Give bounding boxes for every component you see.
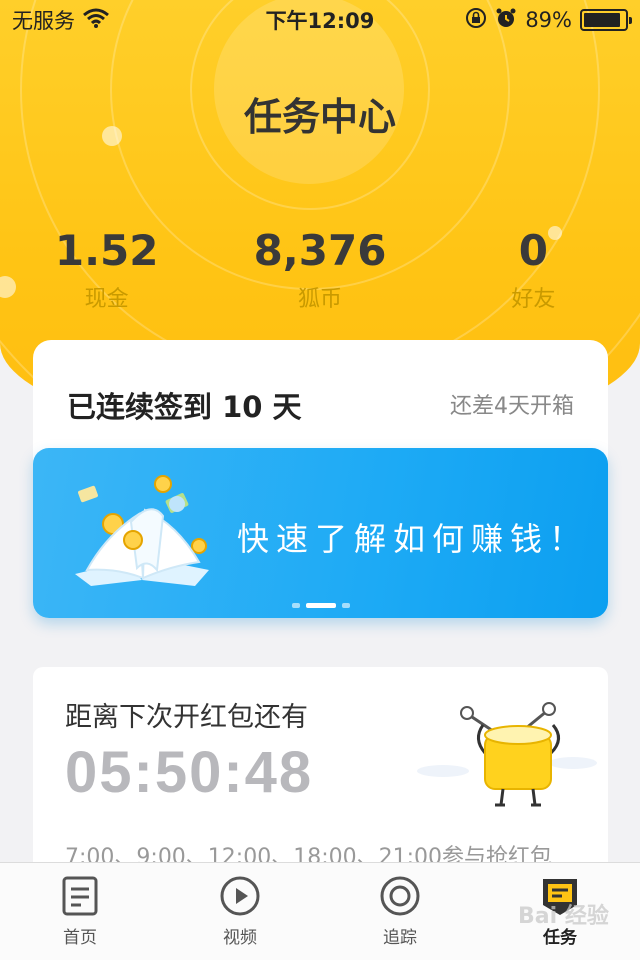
- wifi-icon: [83, 8, 109, 33]
- tab-label: 首页: [63, 928, 97, 948]
- alarm-icon: [495, 7, 517, 34]
- stat-label: 好友: [511, 287, 556, 312]
- banner-pager: [33, 603, 608, 608]
- orientation-lock-icon: [465, 7, 487, 34]
- tab-video[interactable]: 视频: [160, 863, 320, 960]
- promo-banner[interactable]: 快速了解如何赚钱！: [33, 448, 608, 618]
- stats-row: 1.52 现金 8,376 狐币 0 好友: [0, 226, 640, 313]
- banner-text: 快速了解如何赚钱！: [237, 520, 589, 558]
- countdown-timer: 05:50:48: [65, 740, 314, 805]
- stat-value: 8,376: [253, 226, 387, 275]
- battery-percent: 89%: [525, 8, 572, 32]
- carrier-label: 无服务: [12, 9, 75, 33]
- drum-mascot-icon: [413, 701, 603, 815]
- red-packet-title: 距离下次开红包还有: [65, 702, 308, 733]
- status-bar: 无服务 下午12:09 89%: [0, 0, 640, 40]
- stat-cash[interactable]: 1.52 现金: [0, 226, 213, 313]
- stat-friends[interactable]: 0 好友: [427, 226, 640, 313]
- stat-coins[interactable]: 8,376 狐币: [213, 226, 426, 313]
- stat-label: 现金: [84, 287, 129, 312]
- tab-label: 追踪: [383, 928, 417, 948]
- stat-value: 0: [518, 226, 548, 275]
- battery-icon: [580, 9, 632, 31]
- tab-home[interactable]: 首页: [0, 863, 160, 960]
- pager-dot[interactable]: [341, 603, 350, 608]
- battery-fill: [584, 13, 620, 27]
- document-icon: [59, 875, 101, 917]
- pager-dot[interactable]: [305, 603, 336, 608]
- play-circle-icon: [219, 875, 261, 917]
- watermark: Bai 经验: [518, 904, 609, 929]
- pager-dot[interactable]: [291, 603, 300, 608]
- target-icon: [379, 875, 421, 917]
- signin-title: 已连续签到 10 天: [67, 390, 302, 424]
- open-book-icon: [67, 470, 217, 594]
- page-title: 任务中心: [243, 95, 396, 139]
- stat-label: 狐币: [297, 287, 342, 312]
- signin-subtitle: 还差4天开箱: [450, 394, 574, 419]
- stat-value: 1.52: [54, 226, 159, 275]
- tab-track[interactable]: 追踪: [320, 863, 480, 960]
- tab-label: 视频: [223, 928, 257, 948]
